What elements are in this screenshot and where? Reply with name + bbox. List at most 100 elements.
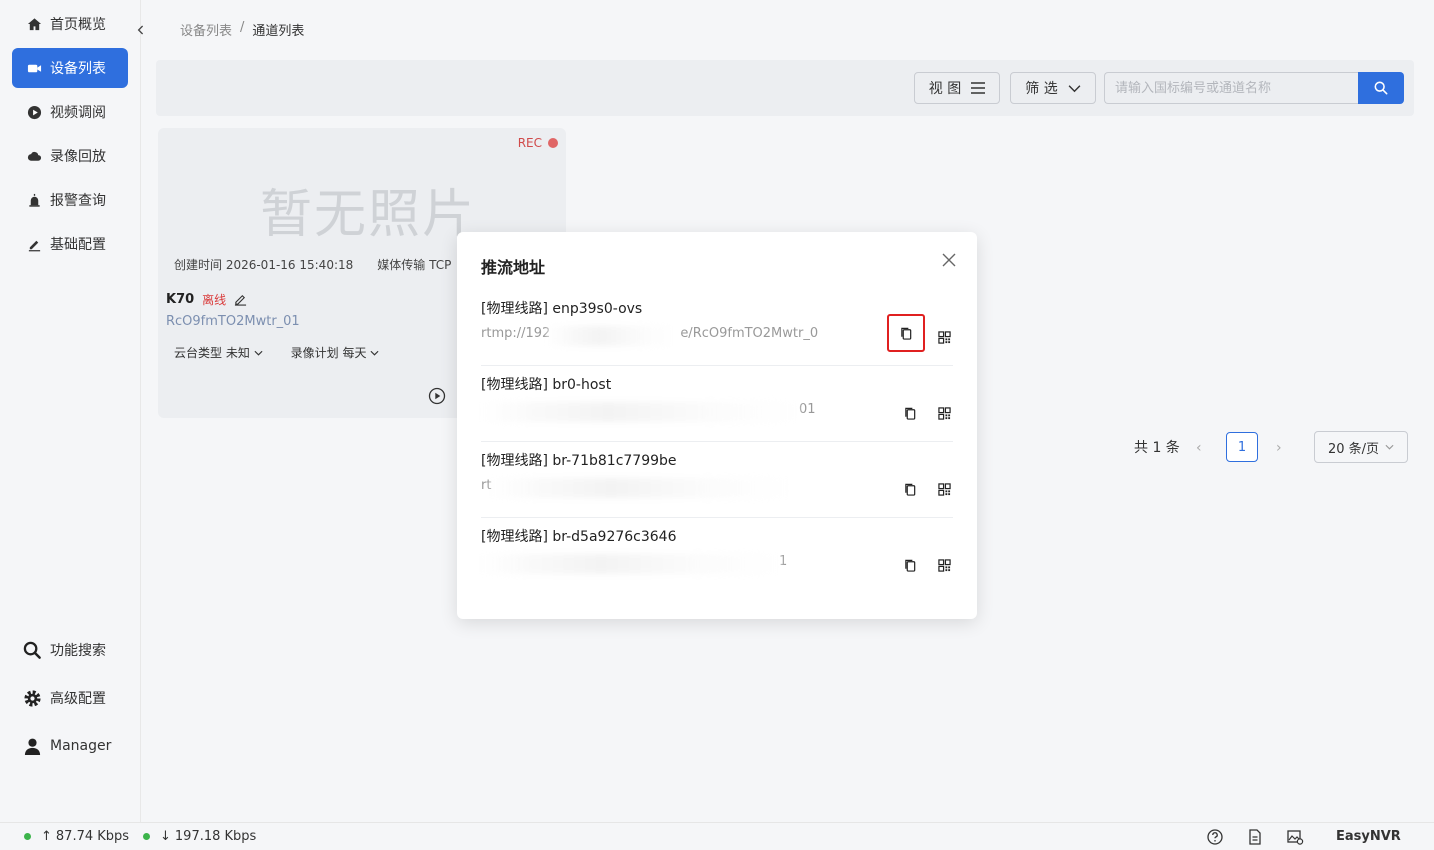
view-button[interactable]: 视 图 bbox=[914, 72, 1000, 104]
nav-alarm-label: 报警查询 bbox=[50, 193, 106, 209]
play-circle-icon bbox=[26, 104, 42, 120]
close-icon bbox=[942, 253, 956, 267]
redacted-mask bbox=[491, 478, 791, 498]
copy-button[interactable] bbox=[887, 314, 925, 352]
arrow-down-icon: ↓ bbox=[160, 829, 171, 844]
camera-icon bbox=[26, 60, 42, 76]
push-url-dialog: 推流地址 [物理线路] enp39s0-ovs rtmp://192 e/RcO9… bbox=[457, 232, 977, 619]
edit-icon bbox=[26, 236, 42, 252]
nav-basic-config[interactable]: 基础配置 bbox=[12, 224, 128, 264]
rec-label: REC bbox=[517, 136, 542, 150]
copy-button[interactable] bbox=[899, 554, 921, 576]
record-plan-dropdown[interactable]: 录像计划 每天 bbox=[291, 344, 380, 361]
nav-device-list[interactable]: 设备列表 bbox=[12, 48, 128, 88]
help-icon[interactable] bbox=[1206, 828, 1224, 846]
redacted-mask bbox=[547, 326, 677, 346]
redacted-mask bbox=[481, 554, 781, 574]
document-icon[interactable] bbox=[1246, 828, 1264, 846]
card-title: K70 离线 bbox=[166, 291, 247, 308]
nav-home-label: 首页概览 bbox=[50, 17, 106, 33]
breadcrumb: 设备列表 / 通道列表 bbox=[180, 20, 304, 39]
rec-indicator: REC bbox=[518, 136, 558, 150]
created-time: 创建时间 2026-01-16 15:40:18 bbox=[174, 258, 354, 272]
nav-device-list-label: 设备列表 bbox=[50, 61, 106, 77]
breadcrumb-separator: / bbox=[240, 20, 245, 35]
route-label: [物理线路] br0-host bbox=[481, 377, 612, 393]
nav-feature-search-label: 功能搜索 bbox=[50, 643, 106, 659]
prev-page-button[interactable]: ‹ bbox=[1196, 440, 1202, 456]
route-label: [物理线路] br-71b81c7799be bbox=[481, 453, 677, 469]
card-tags: 云台类型 未知 录像计划 每天 bbox=[174, 344, 379, 361]
push-url-row: [物理线路] br-71b81c7799be rt bbox=[481, 442, 953, 518]
push-url-row: [物理线路] br-d5a9276c3646 1 bbox=[481, 518, 953, 594]
route-label: [物理线路] br-d5a9276c3646 bbox=[481, 529, 677, 545]
filter-button[interactable]: 筛 选 bbox=[1010, 72, 1096, 104]
image-settings-icon[interactable] bbox=[1286, 828, 1304, 846]
push-url-row: [物理线路] enp39s0-ovs rtmp://192 e/RcO9fmTO2… bbox=[481, 290, 953, 366]
qrcode-button[interactable] bbox=[933, 402, 955, 424]
channel-id: RcO9fmTO2Mwtr_01 bbox=[166, 314, 300, 329]
nav-playback-label: 录像回放 bbox=[50, 149, 106, 165]
redacted-mask bbox=[481, 402, 799, 422]
next-page-button[interactable]: › bbox=[1276, 440, 1282, 456]
nav-manager-label: Manager bbox=[50, 738, 112, 754]
chevron-left-icon bbox=[137, 25, 144, 35]
nav-manager[interactable]: Manager bbox=[22, 731, 111, 761]
search-icon bbox=[22, 640, 42, 660]
breadcrumb-current: 通道列表 bbox=[252, 24, 305, 39]
nav-home[interactable]: 首页概览 bbox=[12, 4, 128, 44]
gear-icon bbox=[22, 688, 42, 708]
pencil-icon[interactable] bbox=[234, 293, 247, 306]
menu-icon bbox=[971, 82, 986, 94]
upload-speed: ↑ 87.74 Kbps bbox=[24, 829, 129, 844]
view-button-label: 视 图 bbox=[928, 81, 962, 97]
search-button[interactable] bbox=[1358, 72, 1404, 104]
qrcode-button[interactable] bbox=[933, 554, 955, 576]
arrow-up-icon: ↑ bbox=[41, 829, 52, 844]
nav-feature-search[interactable]: 功能搜索 bbox=[22, 635, 106, 665]
breadcrumb-parent[interactable]: 设备列表 bbox=[180, 20, 232, 39]
qrcode-button[interactable] bbox=[933, 478, 955, 500]
toolbar: 视 图 筛 选 bbox=[156, 60, 1414, 116]
qrcode-icon bbox=[937, 558, 951, 572]
chevron-down-icon bbox=[254, 350, 263, 356]
nav-video-label: 视频调阅 bbox=[50, 105, 106, 121]
page-number[interactable]: 1 bbox=[1226, 432, 1258, 462]
nav-playback[interactable]: 录像回放 bbox=[12, 136, 128, 176]
collapse-sidebar-button[interactable] bbox=[134, 20, 148, 40]
home-icon bbox=[26, 16, 42, 32]
online-dot-icon bbox=[143, 833, 150, 840]
online-dot-icon bbox=[24, 833, 31, 840]
nav-advanced-config[interactable]: 高级配置 bbox=[22, 683, 106, 713]
sidebar: 首页概览 设备列表 视频调阅 录像回放 报警查询 基础配置 功能搜索 高级配置 … bbox=[0, 0, 141, 822]
qrcode-icon bbox=[937, 482, 951, 496]
ptz-type-dropdown[interactable]: 云台类型 未知 bbox=[174, 344, 263, 361]
nav-alarm[interactable]: 报警查询 bbox=[12, 180, 128, 220]
nav-video[interactable]: 视频调阅 bbox=[12, 92, 128, 132]
search-input[interactable] bbox=[1104, 72, 1360, 104]
play-icon[interactable] bbox=[428, 387, 446, 405]
chevron-down-icon bbox=[1385, 444, 1394, 450]
page-size-select[interactable]: 20 条/页 bbox=[1314, 431, 1408, 463]
rec-dot-icon bbox=[548, 138, 558, 148]
qrcode-button[interactable] bbox=[933, 326, 955, 348]
copy-icon bbox=[904, 559, 915, 572]
route-label: [物理线路] enp39s0-ovs bbox=[481, 301, 643, 317]
copy-icon bbox=[900, 327, 911, 340]
alarm-icon bbox=[26, 192, 42, 208]
status-bar: ↑ 87.74 Kbps ↓ 197.18 Kbps EasyNVR bbox=[0, 822, 1434, 850]
filter-button-label: 筛 选 bbox=[1025, 81, 1058, 97]
user-icon bbox=[22, 736, 42, 756]
close-button[interactable] bbox=[939, 250, 959, 270]
download-speed: ↓ 197.18 Kbps bbox=[143, 829, 256, 844]
nav-advanced-config-label: 高级配置 bbox=[50, 691, 106, 707]
brand-label: EasyNVR bbox=[1336, 829, 1401, 844]
dialog-title: 推流地址 bbox=[481, 258, 546, 277]
copy-button[interactable] bbox=[899, 402, 921, 424]
chevron-down-icon bbox=[370, 350, 379, 356]
card-meta: 创建时间 2026-01-16 15:40:18 媒体传输 TCP bbox=[174, 256, 451, 273]
copy-button[interactable] bbox=[899, 478, 921, 500]
qrcode-icon bbox=[937, 406, 951, 420]
cloud-icon bbox=[26, 148, 42, 164]
search-icon bbox=[1374, 81, 1388, 95]
